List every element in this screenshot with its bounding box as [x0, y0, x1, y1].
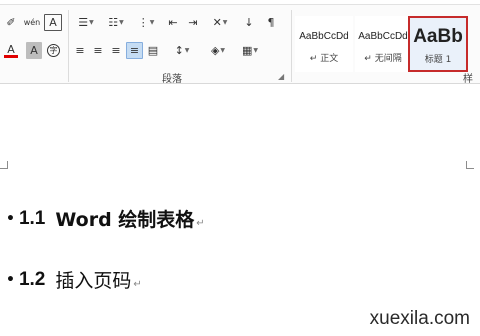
- justify-button[interactable]: ≡: [126, 42, 143, 59]
- heading-number: 1.2: [18, 268, 46, 290]
- multilevel-list-button[interactable]: ⋮ ▼: [132, 14, 160, 31]
- numbering-button[interactable]: ☷ ▼: [102, 14, 130, 31]
- asian-layout-icon: ✕: [212, 16, 222, 29]
- heading-number: 1.1: [18, 207, 46, 229]
- font-color-button[interactable]: A: [0, 42, 22, 59]
- line-spacing-button[interactable]: ↕ ▼: [168, 42, 196, 59]
- paragraph-group: ☰ ▼ ☷ ▼ ⋮ ▼ ⇤ ⇥ ✕ ▼ ↓ ¶ ≡ ≡ ≡ ≡ ▤ ↕ ▼ ◈ …: [70, 8, 290, 84]
- phonetic-guide-button[interactable]: wén: [22, 14, 42, 31]
- style-normal[interactable]: AaBbCcDd ↵ 正文: [295, 16, 353, 72]
- margin-corner-marker: [466, 161, 474, 169]
- align-left-button[interactable]: ≡: [72, 42, 88, 59]
- increase-indent-button[interactable]: ⇥: [184, 14, 202, 31]
- enclose-characters-button[interactable]: 字: [45, 42, 62, 59]
- character-shading-icon: A: [30, 44, 38, 57]
- styles-group: AaBbCcDd ↵ 正文 AaBbCcDd ↵ 无间隔 AaBb 标题 1 样…: [293, 8, 480, 84]
- show-hide-marks-button[interactable]: ¶: [262, 14, 280, 31]
- heading-bullet: •: [6, 210, 15, 227]
- ribbon-tab-strip: [0, 0, 480, 5]
- chevron-down-icon: ▼: [89, 19, 94, 26]
- chevron-down-icon: ▼: [222, 19, 228, 26]
- multilevel-list-icon: ⋮: [137, 16, 149, 29]
- distributed-button[interactable]: ▤: [145, 42, 161, 59]
- numbered-list-icon: ☷: [108, 16, 119, 29]
- paint-bucket-icon: ◈: [210, 44, 220, 57]
- align-right-icon: ≡: [111, 44, 121, 57]
- chevron-down-icon: ▼: [119, 19, 124, 26]
- eraser-icon: ✐: [6, 16, 16, 29]
- font-color-swatch: [4, 54, 18, 58]
- shading-button[interactable]: ◈ ▼: [204, 42, 232, 59]
- style-heading-1[interactable]: AaBb 标题 1: [408, 16, 468, 72]
- heading-1-2[interactable]: • 1.2 插入页码 ↵: [6, 266, 142, 293]
- character-border-icon: A: [49, 16, 57, 29]
- align-center-icon: ≡: [93, 44, 103, 57]
- heading-text: Word 绘制表格: [55, 209, 195, 231]
- font-group: ✐ wén A A A 字: [0, 8, 66, 83]
- increase-indent-icon: ⇥: [188, 16, 198, 29]
- enclose-characters-icon: 字: [47, 44, 60, 57]
- site-watermark: xuexila.com: [369, 308, 470, 329]
- style-name: ↵ 正文: [309, 54, 339, 64]
- asian-layout-button[interactable]: ✕ ▼: [206, 14, 234, 31]
- chevron-down-icon: ▼: [253, 47, 259, 54]
- styles-group-label: 样式: [463, 74, 473, 84]
- line-spacing-icon: ↕: [174, 44, 184, 57]
- sort-icon: ↓: [244, 16, 254, 29]
- document-page[interactable]: • 1.1 Word 绘制表格 ↵ • 1.2 插入页码 ↵ xuexila.c…: [0, 85, 480, 336]
- decrease-indent-icon: ⇤: [168, 16, 178, 29]
- align-right-button[interactable]: ≡: [108, 42, 124, 59]
- phonetic-guide-icon: wén: [23, 18, 41, 27]
- align-left-icon: ≡: [75, 44, 85, 57]
- character-border-button[interactable]: A: [44, 14, 62, 31]
- paragraph-mark-icon: ¶: [267, 16, 275, 29]
- borders-icon: ▦: [241, 44, 253, 57]
- ribbon: ✐ wén A A A 字 ☰ ▼ ☷ ▼ ⋮ ▼ ⇤ ⇥ ✕ ▼ ↓ ¶ ≡ …: [0, 0, 480, 84]
- font-color-icon: A: [7, 42, 15, 56]
- distributed-align-icon: ▤: [147, 44, 159, 57]
- chevron-down-icon: ▼: [220, 47, 226, 54]
- align-center-button[interactable]: ≡: [90, 42, 106, 59]
- style-sample: AaBbCcDd: [358, 31, 408, 42]
- chevron-down-icon: ▼: [184, 47, 190, 54]
- style-name: ↵ 无间隔: [364, 54, 402, 64]
- paragraph-mark: ↵: [196, 218, 205, 229]
- character-shading-button[interactable]: A: [26, 42, 42, 59]
- style-sample: AaBbCcDd: [299, 31, 349, 42]
- bullet-list-icon: ☰: [78, 16, 89, 29]
- clear-formatting-button[interactable]: ✐: [2, 14, 20, 31]
- style-sample: AaBb: [413, 26, 463, 47]
- separator: [68, 10, 69, 82]
- paragraph-group-label: 段落: [162, 74, 182, 84]
- chevron-down-icon: ▼: [149, 19, 155, 26]
- heading-1-1[interactable]: • 1.1 Word 绘制表格 ↵: [6, 205, 205, 232]
- decrease-indent-button[interactable]: ⇤: [164, 14, 182, 31]
- separator: [291, 10, 292, 82]
- paragraph-mark: ↵: [133, 279, 142, 290]
- borders-button[interactable]: ▦ ▼: [236, 42, 264, 59]
- bullets-button[interactable]: ☰ ▼: [72, 14, 100, 31]
- margin-corner-marker: [0, 161, 8, 169]
- style-name: 标题 1: [424, 55, 452, 65]
- justify-icon: ≡: [129, 44, 140, 57]
- style-no-spacing[interactable]: AaBbCcDd ↵ 无间隔: [355, 16, 411, 72]
- heading-bullet: •: [6, 271, 15, 288]
- paragraph-dialog-launcher[interactable]: ◢: [278, 72, 284, 81]
- heading-text: 插入页码: [55, 270, 132, 292]
- sort-button[interactable]: ↓: [240, 14, 258, 31]
